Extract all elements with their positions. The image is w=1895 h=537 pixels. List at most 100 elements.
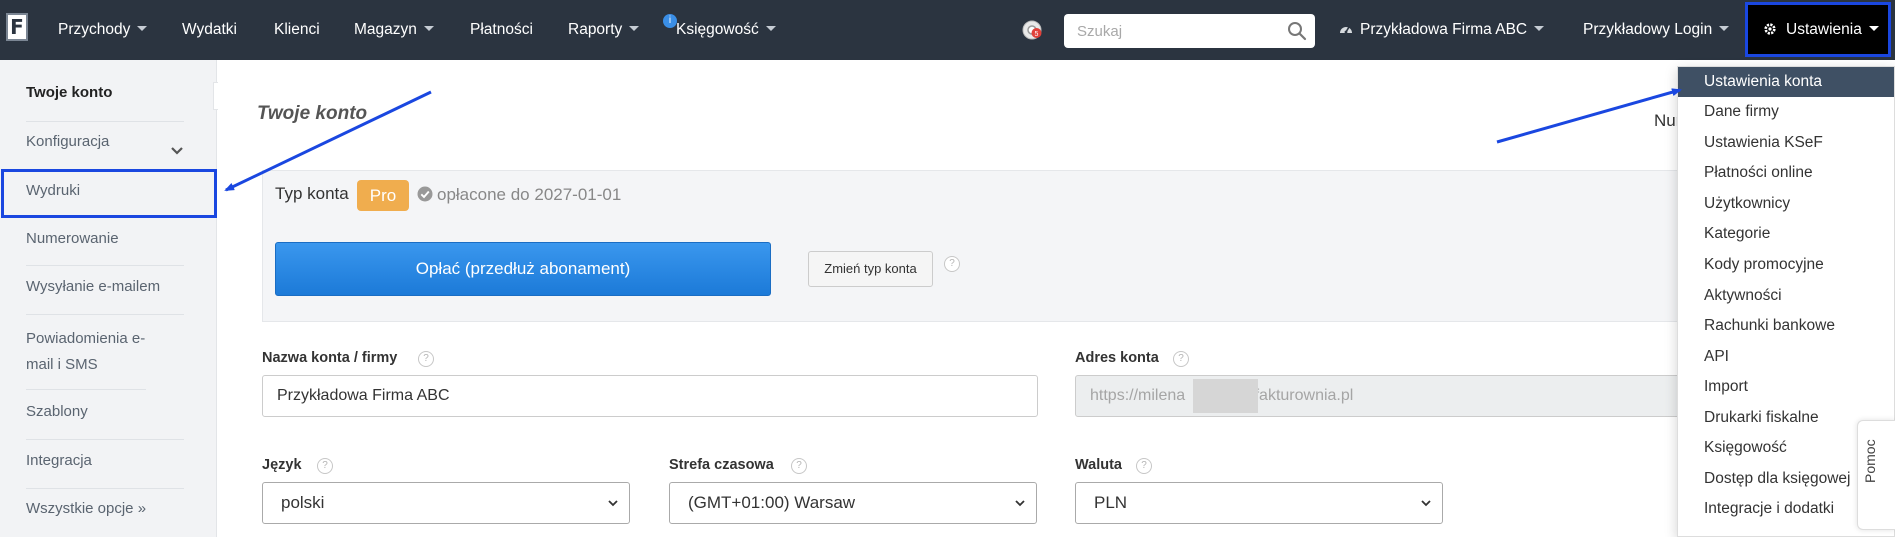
nav-platnosci[interactable]: Płatności [470,0,533,60]
sidebar-item-wysylanie[interactable]: Wysyłanie e-mailem [26,278,184,315]
menu-item-api[interactable]: API [1678,342,1894,372]
menu-item-ustawienia-ksef[interactable]: Ustawienia KSeF [1678,128,1894,158]
account-name-field[interactable] [262,375,1038,417]
nav-klienci-label: Klienci [274,21,320,38]
help-icon[interactable]: ? [1136,458,1152,474]
nav-wydatki[interactable]: Wydatki [182,0,237,60]
sidebar-item-wszystkie-opcje[interactable]: Wszystkie opcje » [26,500,184,530]
redaction-block [1193,379,1258,413]
menu-item-ustawienia-konta[interactable]: Ustawienia konta [1678,67,1894,97]
sidebar-item-szablony[interactable]: Szablony [26,403,184,440]
chevron-down-icon [1015,500,1025,507]
chevron-down-icon [171,147,183,155]
sidebar-item-label: Konfiguracja [26,133,110,150]
info-badge-icon: i [663,14,677,28]
menu-item-dane-firmy[interactable]: Dane firmy [1678,97,1894,127]
sidebar-item-konfiguracja[interactable]: Konfiguracja [26,133,184,170]
sidebar-collapse-handle[interactable] [213,82,218,110]
address-suffix: .fakturownia.pl [1250,387,1354,404]
top-navbar: F Przychody Wydatki Klienci Magazyn Płat… [0,0,1895,60]
sidebar-item-label: Powiadomienia e-mail i SMS [26,330,146,373]
change-account-type-button[interactable]: Zmień typ konta [808,251,933,287]
address-label: Adres konta [1075,350,1159,366]
search-icon[interactable] [1287,21,1307,41]
help-tab-label: Pomoc [1862,439,1878,483]
chevron-down-icon [608,500,618,507]
login-name: Przykładowy Login [1583,21,1713,38]
plan-badge: Pro [357,180,409,211]
nav-klienci[interactable]: Klienci [274,0,320,60]
dashboard-gauge-icon [1340,26,1352,34]
settings-label: Ustawienia [1786,21,1862,38]
menu-item-import[interactable]: Import [1678,372,1894,402]
menu-item-kategorie[interactable]: Kategorie [1678,219,1894,249]
account-address-field: https://milena .fakturownia.pl [1075,375,1695,417]
chevron-down-icon [1421,500,1431,507]
nav-ksiegowosc-label: Księgowość [676,21,759,38]
caret-down-icon [137,26,148,32]
sidebar-item-label: Szablony [26,403,88,420]
app-logo[interactable]: F [6,13,28,41]
gear-icon [1764,23,1776,35]
menu-item-uzytkownicy[interactable]: Użytkownicy [1678,189,1894,219]
nav-platnosci-label: Płatności [470,21,533,38]
caret-down-icon [423,26,434,32]
currency-value: PLN [1094,493,1128,512]
language-select[interactable]: polski [262,482,630,524]
nav-przychody-label: Przychody [58,21,131,38]
sidebar-item-integracja[interactable]: Integracja [26,452,184,489]
pay-subscription-button[interactable]: Opłać (przedłuż abonament) [275,242,771,296]
company-name: Przykładowa Firma ABC [1360,21,1528,38]
caret-down-icon [765,26,776,32]
menu-item-rachunki-bankowe[interactable]: Rachunki bankowe [1678,311,1894,341]
sidebar-item-powiadomienia[interactable]: Powiadomienia e-mail i SMS [26,326,146,390]
menu-item-platnosci-online[interactable]: Płatności online [1678,158,1894,188]
nav-magazyn[interactable]: Magazyn [354,0,434,60]
nav-raporty-label: Raporty [568,21,623,38]
nav-ksiegowosc[interactable]: Księgowość [676,0,776,60]
search-input[interactable] [1064,14,1315,48]
nav-magazyn-label: Magazyn [354,21,417,38]
notification-count: 5 [1035,31,1039,38]
help-icon[interactable]: ? [944,256,960,272]
menu-item-aktywnosci[interactable]: Aktywności [1678,281,1894,311]
nav-przychody[interactable]: Przychody [58,0,148,60]
language-label: Język [262,457,302,473]
help-icon[interactable]: ? [791,458,807,474]
nav-raporty[interactable]: Raporty [568,0,640,60]
page-title: Twoje konto [257,103,368,124]
timezone-value: (GMT+01:00) Warsaw [688,493,856,512]
caret-down-icon [1534,26,1545,32]
address-prefix: https://milena [1090,387,1186,404]
sidebar-item-twoje-konto[interactable]: Twoje konto [26,84,184,122]
currency-select[interactable]: PLN [1075,482,1443,524]
paid-until-text: opłacone do 2027-01-01 [437,185,622,204]
help-icon[interactable]: ? [317,458,333,474]
name-label: Nazwa konta / firmy [262,350,398,366]
nav-wydatki-label: Wydatki [182,21,237,38]
sidebar-item-numerowanie[interactable]: Numerowanie [26,230,184,266]
check-circle-icon [417,186,433,202]
timezone-select[interactable]: (GMT+01:00) Warsaw [669,482,1037,524]
help-icon[interactable]: ? [418,351,434,367]
help-icon[interactable]: ? [1173,351,1189,367]
currency-label: Waluta [1075,457,1122,473]
menu-item-kody-promocyjne[interactable]: Kody promocyjne [1678,250,1894,280]
sidebar-item-label: Integracja [26,452,92,469]
account-type-label: Typ konta [275,184,349,203]
language-value: polski [281,493,325,512]
arrow-to-settings-menu [1496,88,1682,144]
settings-button[interactable]: Ustawienia [1745,2,1891,57]
sidebar-item-label: Wysyłanie e-mailem [26,278,161,295]
sidebar-item-label: Twoje konto [26,84,113,101]
caret-down-icon [1868,26,1879,32]
sidebar-item-label: Numerowanie [26,230,119,247]
caret-down-icon [629,26,640,32]
caret-down-icon [1719,26,1730,32]
sidebar-item-label: Wszystkie opcje » [26,500,147,517]
notifications-icon[interactable]: 5 [1021,19,1043,41]
company-menu[interactable]: Przykładowa Firma ABC [1338,0,1545,60]
login-menu[interactable]: Przykładowy Login [1583,0,1730,60]
timezone-label: Strefa czasowa [669,457,774,473]
highlight-box [1,169,217,218]
